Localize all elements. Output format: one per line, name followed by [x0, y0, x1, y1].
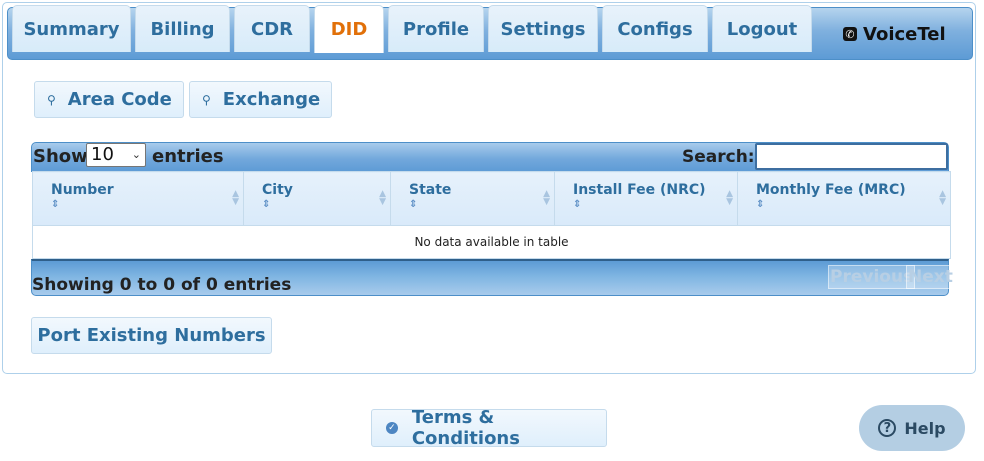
brand: ✆ VoiceTel	[843, 20, 946, 48]
tab-configs[interactable]: Configs	[602, 5, 708, 52]
area-code-button[interactable]: ⚲ Area Code	[34, 81, 184, 118]
column-header-label: Number	[51, 182, 114, 198]
next-button[interactable]: Next	[906, 265, 955, 289]
sort-icon: ⇕	[51, 199, 60, 210]
sort-both-icon: ▲ ▼	[726, 189, 733, 207]
entries-length-select[interactable]: 10 ⌄	[86, 143, 146, 167]
tab-did[interactable]: DID	[314, 5, 384, 53]
tab-cdr[interactable]: CDR	[234, 5, 310, 52]
sort-icon: ⇕	[756, 199, 765, 210]
terms-conditions-label: Terms & Conditions	[411, 407, 520, 449]
area-code-label: Area Code	[67, 89, 172, 110]
search-label: Search:	[682, 147, 755, 167]
search-icon: ⚲	[47, 92, 56, 107]
tab-billing[interactable]: Billing	[135, 5, 230, 52]
port-existing-numbers-label: Port Existing Numbers	[37, 325, 266, 346]
brand-name: VoiceTel	[863, 23, 946, 45]
column-header-monthly-fee[interactable]: Monthly Fee (MRC) ⇕ ▲ ▼	[737, 171, 951, 226]
check-circle-icon: ✓	[386, 422, 398, 434]
column-header-label: State	[409, 182, 452, 198]
tab-summary[interactable]: Summary	[12, 5, 131, 52]
search-icon: ⚲	[202, 92, 211, 107]
table-footer: Showing 0 to 0 of 0 entries Previous Nex…	[31, 259, 955, 296]
sort-icon: ⇕	[262, 199, 271, 210]
entries-label: entries	[152, 146, 224, 167]
column-header-state[interactable]: State ⇕ ▲ ▼	[390, 171, 555, 226]
question-circle-icon: ?	[878, 419, 897, 437]
table-toolbar: Show 10 ⌄ entries Search:	[31, 142, 949, 172]
sort-both-icon: ▲ ▼	[232, 189, 239, 207]
sort-both-icon: ▲ ▼	[939, 189, 946, 207]
sort-icon: ⇕	[573, 199, 582, 210]
show-label: Show	[33, 146, 88, 167]
tab-settings[interactable]: Settings	[488, 5, 598, 52]
sort-both-icon: ▲ ▼	[379, 189, 386, 207]
table-header-row: Number ⇕ ▲ ▼ City ⇕ ▲ ▼ State ⇕ ▲ ▼ Install…	[32, 171, 951, 226]
empty-table-message: No data available in table	[32, 225, 951, 259]
sort-icon: ⇕	[409, 199, 418, 210]
entries-length-value: 10	[91, 144, 114, 165]
help-label: Help	[904, 418, 946, 438]
previous-button[interactable]: Previous	[828, 265, 916, 289]
column-header-label: Monthly Fee (MRC)	[756, 182, 906, 198]
column-header-install-fee[interactable]: Install Fee (NRC) ⇕ ▲ ▼	[554, 171, 738, 226]
tab-logout[interactable]: Logout	[712, 5, 812, 52]
terms-conditions-button[interactable]: ✓ Terms & Conditions	[371, 407, 607, 449]
column-header-label: City	[262, 182, 293, 198]
phone-icon: ✆	[843, 27, 857, 41]
exchange-label: Exchange	[222, 89, 321, 110]
did-table: Number ⇕ ▲ ▼ City ⇕ ▲ ▼ State ⇕ ▲ ▼ Install…	[32, 171, 951, 259]
port-existing-numbers-button[interactable]: Port Existing Numbers	[31, 317, 272, 354]
table-info: Showing 0 to 0 of 0 entries	[32, 275, 292, 295]
tab-profile[interactable]: Profile	[388, 5, 484, 52]
table-row: No data available in table	[32, 225, 951, 259]
sort-both-icon: ▲ ▼	[543, 189, 550, 207]
search-input[interactable]	[755, 143, 948, 170]
chevron-down-icon: ⌄	[131, 148, 141, 161]
column-header-label: Install Fee (NRC)	[573, 182, 706, 198]
column-header-number[interactable]: Number ⇕ ▲ ▼	[32, 171, 244, 226]
column-header-city[interactable]: City ⇕ ▲ ▼	[243, 171, 391, 226]
help-button[interactable]: ? Help	[859, 405, 965, 451]
exchange-button[interactable]: ⚲ Exchange	[189, 81, 332, 118]
